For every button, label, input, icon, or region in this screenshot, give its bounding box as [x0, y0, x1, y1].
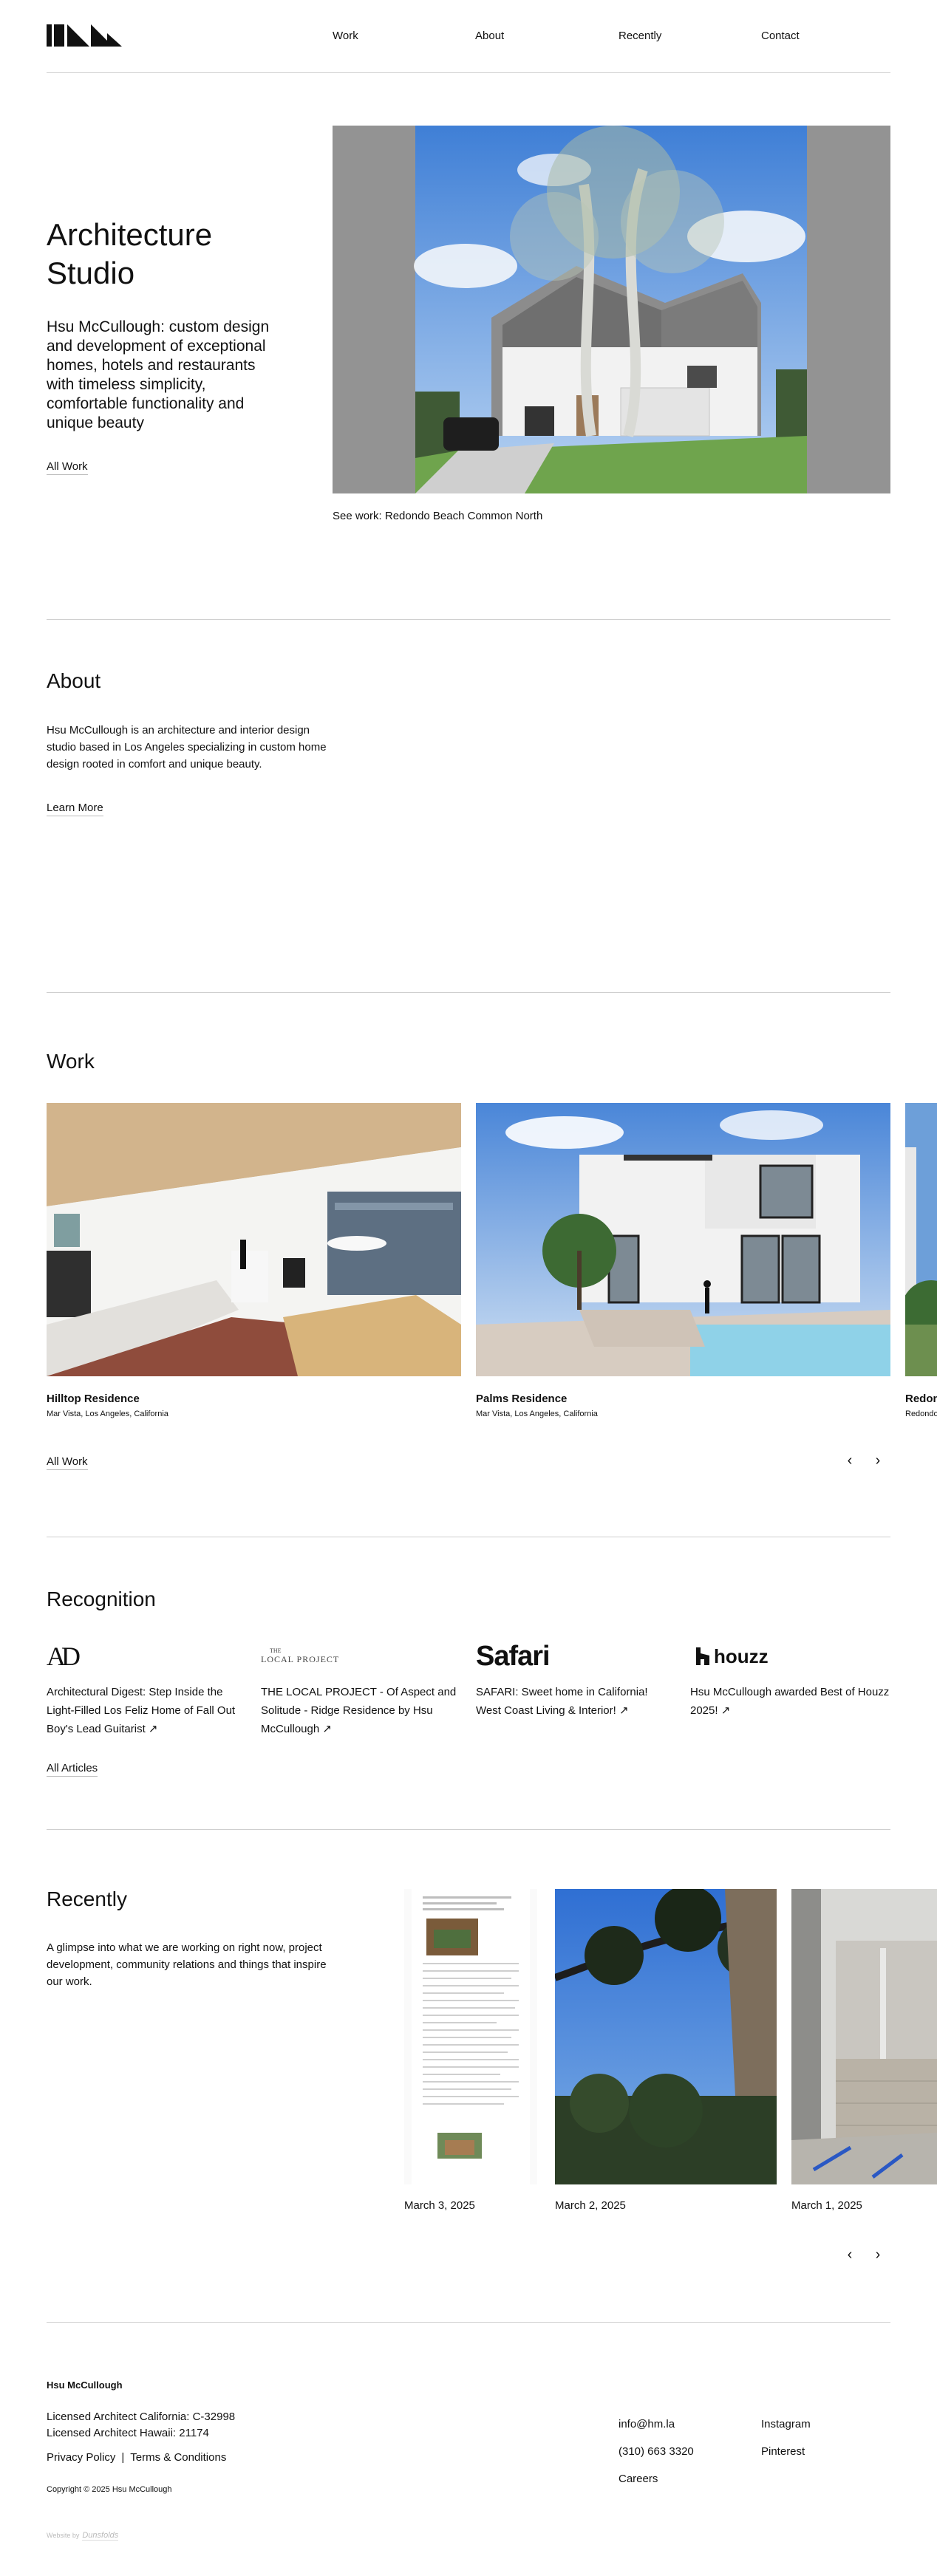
work-card[interactable]: Palms Residence Mar Vista, Los Angeles, …	[476, 1103, 890, 1418]
hero-all-work-link[interactable]: All Work	[47, 460, 88, 475]
about-text: Hsu McCullough is an architecture and in…	[47, 724, 327, 771]
recognition-divider	[47, 1829, 890, 1830]
footer-phone-link[interactable]: (310) 663 3320	[619, 2445, 694, 2458]
logo[interactable]	[47, 24, 122, 47]
nav-recently[interactable]: Recently	[619, 30, 661, 42]
recognition-item[interactable]: AD Architectural Digest: Step Inside the…	[47, 1640, 246, 1738]
recognition-item[interactable]: THE LOCAL PROJECT THE LOCAL PROJECT - Of…	[261, 1640, 460, 1738]
logo-mark-icon	[47, 24, 122, 47]
recently-text: A glimpse into what we are working on ri…	[47, 1941, 327, 1988]
recognition-text: Hsu McCullough awarded Best of Houzz 202…	[690, 1686, 890, 1717]
nav-work[interactable]: Work	[333, 30, 358, 42]
work-prev-button[interactable]: ‹	[842, 1452, 858, 1469]
work-name: Hilltop Residence	[47, 1393, 140, 1405]
recently-next-button[interactable]: ›	[870, 2247, 886, 2263]
work-card[interactable]: Redondo Redondo	[905, 1103, 937, 1418]
recognition-text: THE LOCAL PROJECT - Of Aspect and Solitu…	[261, 1686, 457, 1735]
recently-title: Recently	[47, 1887, 127, 1910]
recognition-item[interactable]: Safari SAFARI: Sweet home in California!…	[476, 1640, 675, 1720]
recognition-text: SAFARI: Sweet home in California! West C…	[476, 1686, 648, 1717]
work-name: Redondo	[905, 1393, 937, 1405]
hero-image[interactable]	[333, 126, 890, 493]
recently-date: March 1, 2025	[791, 2199, 862, 2212]
work-image	[476, 1103, 890, 1376]
footer-careers-link[interactable]: Careers	[619, 2473, 658, 2485]
nav-contact[interactable]: Contact	[761, 30, 800, 42]
footer-terms-link[interactable]: Terms & Conditions	[130, 2451, 226, 2464]
work-location: Redondo	[905, 1410, 937, 1418]
recognition-all-articles-link[interactable]: All Articles	[47, 1762, 98, 1777]
footer-website-by: Website by	[47, 2532, 80, 2539]
about-title: About	[47, 669, 101, 692]
about-learn-more-link[interactable]: Learn More	[47, 802, 103, 816]
footer-website-credit: Website by Dunsfolds	[47, 2531, 119, 2541]
recently-card[interactable]: March 1, 2025	[791, 1889, 937, 2212]
nav-about[interactable]: About	[475, 30, 504, 42]
recently-image	[404, 1889, 537, 2184]
safari-logo: Safari	[476, 1640, 551, 1672]
recently-image	[555, 1889, 777, 2184]
footer-license-hi: Licensed Architect Hawaii: 21174	[47, 2427, 209, 2439]
architectural-digest-logo: AD	[47, 1641, 81, 1671]
hero-title: Architecture Studio	[47, 217, 213, 290]
recently-card[interactable]: March 3, 2025	[404, 1889, 537, 2212]
recently-date: March 2, 2025	[555, 2199, 626, 2212]
recently-date: March 3, 2025	[404, 2199, 475, 2212]
work-location: Mar Vista, Los Angeles, California	[47, 1410, 168, 1418]
recognition-text: Architectural Digest: Step Inside the Li…	[47, 1686, 236, 1735]
work-next-button[interactable]: ›	[870, 1452, 886, 1469]
work-image	[47, 1103, 461, 1376]
recently-image	[791, 1889, 937, 2184]
hero-caption[interactable]: See work: Redondo Beach Common North	[333, 510, 542, 522]
recently-divider	[47, 2322, 890, 2323]
work-card[interactable]: Hilltop Residence Mar Vista, Los Angeles…	[47, 1103, 461, 1418]
houzz-icon	[696, 1647, 709, 1665]
hero-description: Hsu McCullough: custom design and develo…	[47, 318, 270, 431]
footer-copyright: Copyright © 2025 Hsu McCullough	[47, 2485, 172, 2494]
footer-company: Hsu McCullough	[47, 2379, 123, 2391]
recognition-item[interactable]: houzz Hsu McCullough awarded Best of Hou…	[690, 1640, 890, 1720]
footer-pinterest-link[interactable]: Pinterest	[761, 2445, 805, 2458]
about-divider	[47, 992, 890, 993]
footer-separator: |	[121, 2451, 125, 2464]
work-title: Work	[47, 1050, 95, 1073]
work-name: Palms Residence	[476, 1393, 568, 1405]
recently-card[interactable]: March 2, 2025	[555, 1889, 777, 2212]
footer-privacy-link[interactable]: Privacy Policy	[47, 2451, 115, 2464]
local-project-logo: THE LOCAL PROJECT	[261, 1647, 340, 1664]
footer-instagram-link[interactable]: Instagram	[761, 2418, 811, 2430]
work-all-work-link[interactable]: All Work	[47, 1455, 88, 1470]
work-image	[905, 1103, 937, 1376]
footer-website-brand-link[interactable]: Dunsfolds	[82, 2531, 119, 2541]
header-divider	[47, 72, 890, 73]
work-location: Mar Vista, Los Angeles, California	[476, 1410, 598, 1418]
footer-email-link[interactable]: info@hm.la	[619, 2418, 675, 2430]
houzz-logo: houzz	[690, 1640, 890, 1673]
recently-prev-button[interactable]: ‹	[842, 2247, 858, 2263]
hero-divider	[47, 619, 890, 620]
footer-license-ca: Licensed Architect California: C-32998	[47, 2411, 236, 2423]
recognition-title: Recognition	[47, 1588, 156, 1610]
